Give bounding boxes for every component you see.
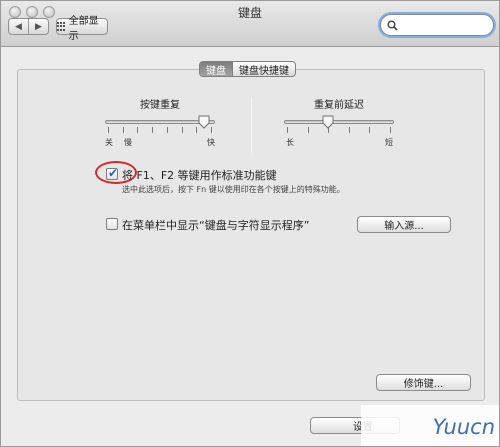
delay-until-repeat-title: 重复前延迟: [314, 100, 364, 111]
watermark-text: Yuucn: [432, 414, 495, 439]
slider-divider: [251, 98, 252, 153]
tab-bar: 键盘 键盘快捷键: [199, 61, 296, 77]
title-bar: 键盘 ◀ ▶ 全部显示: [1, 1, 499, 47]
key-repeat-label-slow: 慢: [124, 138, 132, 147]
delay-slider-track[interactable]: [284, 120, 394, 124]
key-repeat-slider-thumb[interactable]: [198, 115, 210, 129]
key-repeat-ticks: [108, 127, 212, 133]
watermark: Yuucn: [361, 405, 499, 446]
keyboard-preferences-window: 键盘 ◀ ▶ 全部显示 键盘 键盘快捷键 按键重复 关 慢 快 重复前延迟 长 …: [0, 0, 500, 447]
tab-keyboard-shortcuts[interactable]: 键盘快捷键: [232, 62, 295, 76]
search-input[interactable]: [402, 18, 492, 32]
delay-label-long: 长: [286, 138, 294, 147]
forward-button[interactable]: ▶: [28, 19, 48, 34]
menu-bar-viewer-checkbox[interactable]: [106, 218, 118, 230]
delay-ticks: [287, 127, 391, 133]
key-repeat-label-off: 关: [105, 138, 113, 147]
tab-keyboard[interactable]: 键盘: [200, 62, 232, 76]
delay-slider-thumb[interactable]: [322, 115, 334, 129]
search-icon: [387, 20, 398, 31]
key-repeat-title: 按键重复: [140, 100, 180, 111]
show-all-label: 全部显示: [68, 15, 99, 42]
modifier-keys-button[interactable]: 修饰键...: [376, 374, 471, 391]
key-repeat-label-fast: 快: [207, 138, 215, 147]
fn-keys-description: 选中此选项后，按下 Fn 键以使用印在各个按键上的特殊功能。: [122, 185, 345, 194]
menu-bar-viewer-label: 在菜单栏中显示“键盘与字符显示程序”: [122, 219, 310, 232]
input-sources-button[interactable]: 输入源...: [357, 216, 451, 233]
show-all-button[interactable]: 全部显示: [56, 16, 108, 42]
back-forward-buttons: ◀ ▶: [8, 18, 49, 35]
back-button[interactable]: ◀: [9, 19, 28, 34]
delay-label-short: 短: [385, 138, 393, 147]
search-field[interactable]: [380, 14, 494, 36]
fn-keys-label: 将 F1、F2 等键用作标准功能键: [122, 169, 277, 182]
grid-icon: [57, 22, 66, 31]
